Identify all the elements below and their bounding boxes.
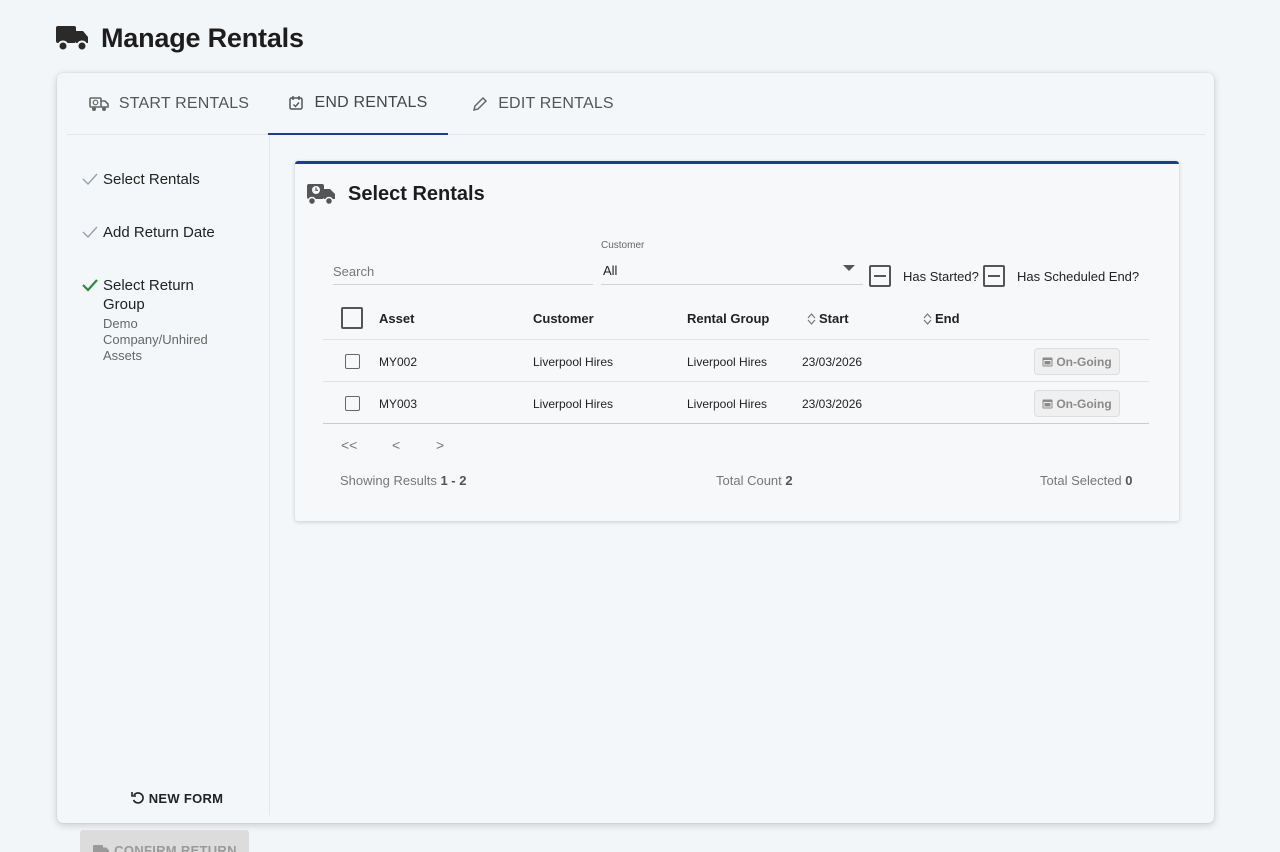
filter-label: Has Started? [903, 268, 979, 284]
total-selected-value: 0 [1125, 473, 1133, 488]
new-form-label: NEW FORM [148, 790, 224, 806]
customer-select[interactable]: All [601, 257, 863, 285]
calendar-check-icon [289, 96, 304, 110]
step-label: Select Rentals [103, 171, 200, 188]
check-icon [82, 173, 98, 186]
new-form-button[interactable]: NEW FORM [117, 787, 237, 809]
step-label: Select Return Group [103, 277, 194, 313]
cell-customer: Liverpool Hires [533, 354, 614, 369]
first-page-button[interactable]: << [341, 437, 357, 453]
table-header: Asset Customer Rental Group Start End [323, 297, 1149, 340]
total-count-label: Total Count [716, 473, 782, 488]
select-rentals-panel: Select Rentals Customer All Has Started?… [295, 161, 1179, 521]
sort-icon [923, 312, 932, 325]
calendar-icon [1042, 399, 1053, 409]
cell-rental-group: Liverpool Hires [687, 354, 768, 369]
total-count: Total Count 2 [716, 473, 793, 488]
prev-page-button[interactable]: < [392, 437, 400, 453]
tab-edit-rentals[interactable]: EDIT RENTALS [468, 73, 618, 135]
check-icon [82, 279, 98, 292]
status-label: On-Going [1056, 354, 1112, 369]
has-started-filter[interactable]: Has Started? [869, 265, 979, 287]
refresh-icon [130, 792, 144, 804]
showing-label: Showing Results [340, 473, 437, 488]
status-badge: On-Going [1034, 348, 1120, 375]
filter-label: Has Scheduled End? [1017, 268, 1140, 284]
has-scheduled-end-filter[interactable]: Has Scheduled End? [983, 265, 1139, 287]
column-header-asset: Asset [379, 311, 415, 326]
step-add-return-date[interactable]: Add Return Date [81, 223, 215, 242]
check-icon [82, 226, 98, 239]
row-checkbox[interactable] [345, 354, 360, 369]
cell-start: 23/03/2026 [802, 354, 863, 369]
total-count-value: 2 [785, 473, 793, 488]
caret-down-icon [843, 265, 855, 271]
total-selected: Total Selected 0 [1040, 473, 1133, 488]
column-header-end[interactable]: End [923, 297, 960, 340]
step-select-return-group[interactable]: Select Return Group Demo Company/Unhired… [81, 276, 223, 364]
tab-label: START RENTALS [118, 95, 250, 112]
showing-results: Showing Results 1 - 2 [340, 473, 466, 488]
indeterminate-checkbox[interactable] [869, 265, 891, 287]
tab-label: EDIT RENTALS [498, 95, 614, 112]
step-sublabel: Demo Company/Unhired Assets [103, 316, 208, 363]
indeterminate-checkbox[interactable] [983, 265, 1005, 287]
customer-label: Customer [601, 240, 645, 251]
panel-title: Select Rentals [348, 182, 485, 205]
cell-rental-group: Liverpool Hires [687, 396, 768, 411]
pencil-icon [473, 96, 488, 112]
column-header-label: Start [819, 311, 849, 326]
cell-start: 23/03/2026 [802, 396, 863, 411]
column-header-label: End [935, 311, 960, 326]
status-badge: On-Going [1034, 390, 1120, 417]
confirm-return-label: CONFIRM RETURN [114, 842, 237, 852]
cell-asset: MY002 [379, 354, 418, 369]
customer-value: All [603, 263, 618, 278]
row-checkbox[interactable] [345, 396, 360, 411]
stepper-sidebar: Select Rentals Add Return Date Select Re… [67, 135, 270, 852]
rentals-card: START RENTALS END RENTALS EDIT RENTALS S… [57, 73, 1214, 852]
cell-customer: Liverpool Hires [533, 396, 614, 411]
panel-header: Select Rentals [306, 181, 485, 207]
truck-icon [56, 26, 88, 52]
column-header-start[interactable]: Start [807, 297, 849, 340]
tab-start-rentals[interactable]: START RENTALS [79, 73, 259, 135]
column-header-customer: Customer [533, 311, 594, 326]
total-selected-label: Total Selected [1040, 473, 1122, 488]
page-title: Manage Rentals [101, 22, 304, 53]
cell-asset: MY003 [379, 396, 418, 411]
truck-icon [93, 845, 110, 852]
calendar-icon [1042, 357, 1053, 367]
search-field [333, 259, 593, 285]
search-input[interactable] [333, 259, 593, 283]
table-row[interactable]: MY003 Liverpool Hires Liverpool Hires 23… [323, 383, 1149, 424]
table-row[interactable]: MY002 Liverpool Hires Liverpool Hires 23… [323, 341, 1149, 382]
tab-label: END RENTALS [314, 94, 428, 111]
tab-bar: START RENTALS END RENTALS EDIT RENTALS [67, 73, 1205, 135]
page-header: Manage Rentals [55, 20, 304, 56]
showing-value: 1 - 2 [440, 473, 467, 488]
column-header-rental-group: Rental Group [687, 311, 770, 326]
truck-clock-icon [89, 97, 109, 111]
confirm-return-button[interactable]: CONFIRM RETURN [80, 830, 249, 852]
step-select-rentals[interactable]: Select Rentals [81, 170, 200, 189]
truck-clock-icon [307, 184, 335, 206]
sort-icon [807, 312, 816, 325]
next-page-button[interactable]: > [436, 437, 444, 453]
status-label: On-Going [1056, 396, 1112, 411]
step-label: Add Return Date [103, 224, 215, 241]
select-all-checkbox[interactable] [341, 307, 363, 329]
tab-end-rentals[interactable]: END RENTALS [268, 73, 448, 135]
